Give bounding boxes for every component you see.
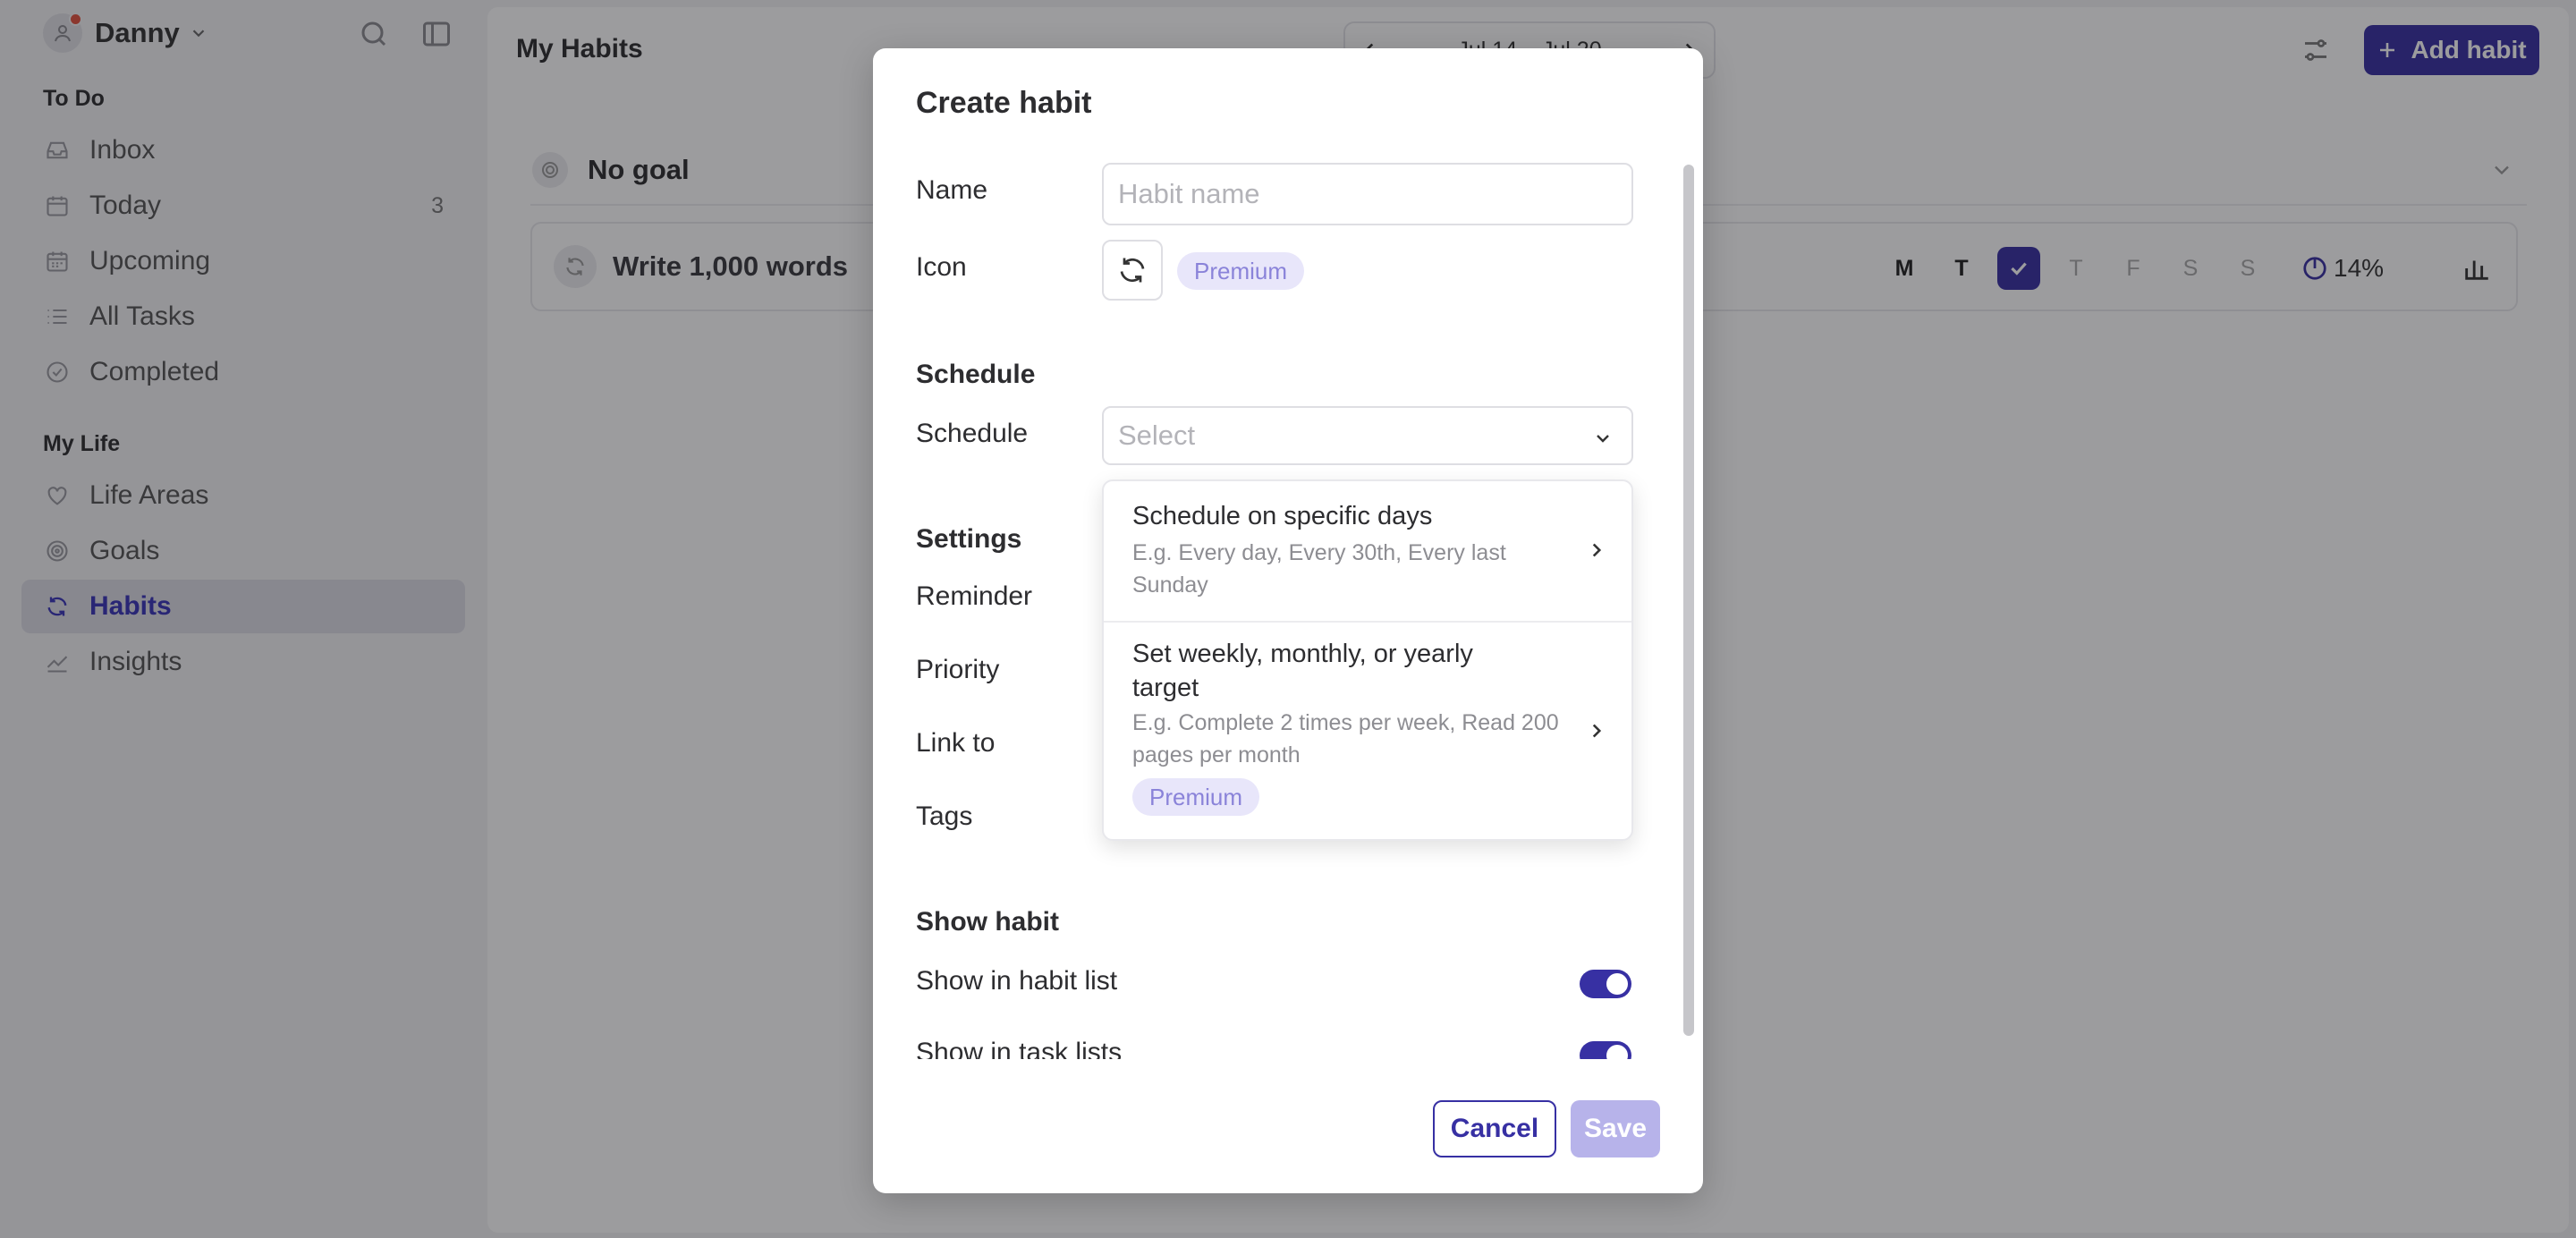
dialog-title: Create habit — [916, 86, 1092, 120]
icon-picker-button[interactable] — [1102, 240, 1163, 301]
schedule-dropdown: Schedule on specific days E.g. Every day… — [1102, 479, 1633, 841]
habit-name-placeholder: Habit name — [1118, 178, 1260, 209]
show-in-habit-list-label: Show in habit list — [916, 966, 1118, 996]
chevron-right-icon — [1592, 543, 1602, 557]
option-title: Schedule on specific days — [1132, 502, 1433, 530]
cancel-button[interactable]: Cancel — [1433, 1100, 1556, 1157]
dialog-scrollbar[interactable] — [1683, 165, 1694, 1036]
show-habit-section-title: Show habit — [916, 907, 1059, 937]
premium-badge: Premium — [1132, 778, 1259, 816]
tags-label: Tags — [916, 801, 973, 831]
schedule-option-target[interactable]: Set weekly, monthly, or yearly target E.… — [1104, 623, 1631, 837]
show-in-habit-list-toggle[interactable] — [1580, 970, 1631, 998]
priority-label: Priority — [916, 655, 1000, 684]
footer-divider — [873, 1059, 1703, 1072]
premium-badge: Premium — [1177, 252, 1304, 290]
link-to-label: Link to — [916, 728, 996, 758]
settings-section-title: Settings — [916, 524, 1022, 554]
name-label: Name — [916, 175, 988, 205]
reminder-label: Reminder — [916, 581, 1033, 611]
option-description: E.g. Every day, Every 30th, Every last S… — [1132, 540, 1506, 598]
option-description: E.g. Complete 2 times per week, Read 200… — [1132, 710, 1559, 767]
toggle-knob — [1606, 973, 1628, 995]
habit-name-input[interactable]: Habit name — [1102, 163, 1633, 225]
chevron-down-icon — [1597, 435, 1609, 443]
option-title: Set weekly, monthly, or yearly target — [1132, 640, 1473, 702]
schedule-placeholder: Select — [1118, 420, 1196, 451]
schedule-option-specific-days[interactable]: Schedule on specific days E.g. Every day… — [1104, 481, 1631, 621]
schedule-section-title: Schedule — [916, 360, 1036, 389]
schedule-label: Schedule — [916, 419, 1029, 448]
icon-label: Icon — [916, 252, 967, 282]
chevron-right-icon — [1592, 724, 1602, 738]
refresh-icon — [1120, 258, 1145, 283]
schedule-select[interactable]: Select — [1102, 406, 1633, 465]
save-button[interactable]: Save — [1571, 1100, 1660, 1157]
